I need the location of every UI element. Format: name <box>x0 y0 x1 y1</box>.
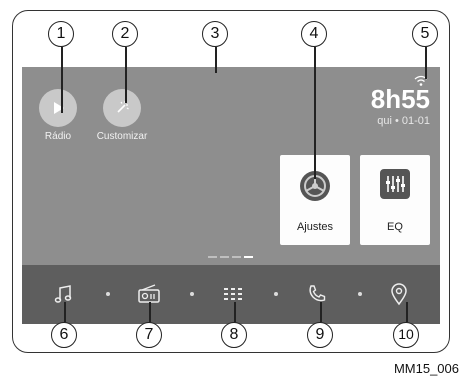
callout-leader <box>64 302 66 322</box>
callout-9: 9 <box>307 322 333 348</box>
callout-1: 1 <box>48 21 74 47</box>
clock-date: qui • 01-01 <box>377 115 430 127</box>
page-indicator[interactable] <box>208 256 253 258</box>
app-grid-icon[interactable] <box>218 279 248 309</box>
page-dot-active <box>244 256 253 258</box>
clock-widget[interactable]: 8h55 qui • 01-01 <box>371 85 430 127</box>
location-pin-icon[interactable] <box>384 279 414 309</box>
callout-leader <box>425 47 427 79</box>
figure-caption: MM15_006 <box>393 361 459 376</box>
callout-3: 3 <box>202 21 228 47</box>
callout-7: 7 <box>136 322 162 348</box>
callout-leader <box>234 302 236 322</box>
dock-separator <box>190 292 194 296</box>
page-dot <box>232 256 241 258</box>
callout-2: 2 <box>112 21 138 47</box>
phone-icon[interactable] <box>302 279 332 309</box>
equalizer-icon <box>360 169 430 199</box>
eq-tile-label: EQ <box>387 221 403 233</box>
page-dot <box>208 256 217 258</box>
customize-app[interactable]: Customizar <box>82 89 162 142</box>
callout-leader <box>406 302 408 322</box>
callout-leader <box>149 302 151 322</box>
dock <box>22 265 440 324</box>
callout-leader <box>215 47 217 73</box>
play-icon <box>39 89 77 127</box>
callout-5: 5 <box>412 21 438 47</box>
dock-separator <box>358 292 362 296</box>
clock-time: 8h55 <box>370 84 430 114</box>
callout-10: 10 <box>393 322 419 348</box>
home-screen: Rádio Customizar 8h55 qui • 01-01 Ajuste… <box>22 67 440 324</box>
eq-tile[interactable]: EQ <box>360 155 430 245</box>
dock-separator <box>106 292 110 296</box>
callout-leader <box>125 47 127 103</box>
customize-app-label: Customizar <box>96 131 148 142</box>
dock-separator <box>274 292 278 296</box>
callout-6: 6 <box>51 322 77 348</box>
magic-wand-icon <box>103 89 141 127</box>
callout-4: 4 <box>301 21 327 47</box>
callout-leader <box>314 47 316 179</box>
callout-8: 8 <box>221 322 247 348</box>
page-dot <box>220 256 229 258</box>
settings-tile-label: Ajustes <box>296 221 334 233</box>
callout-leader <box>320 302 322 322</box>
callout-leader <box>61 47 63 113</box>
